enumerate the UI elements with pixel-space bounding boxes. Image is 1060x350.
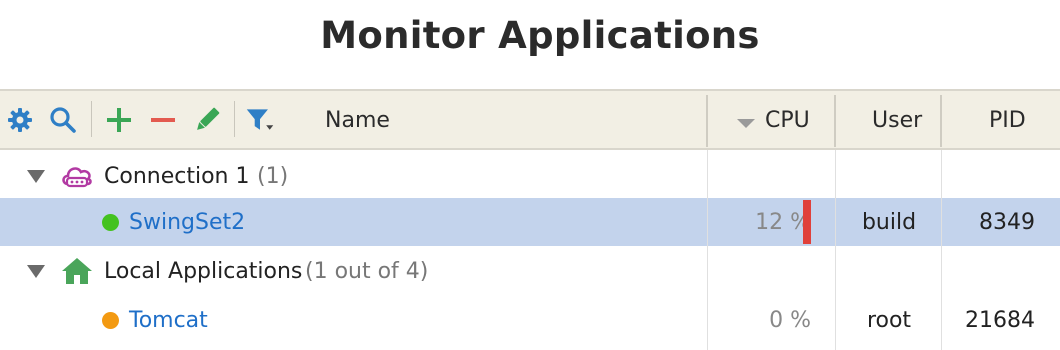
pid-value: 8349 (979, 209, 1035, 235)
plus-icon[interactable] (104, 105, 134, 135)
column-divider[interactable] (706, 95, 708, 147)
minus-icon[interactable] (148, 105, 178, 135)
search-icon[interactable] (48, 105, 78, 135)
user-value: root (866, 307, 912, 333)
status-dot-warning (102, 296, 119, 344)
cpu-value: 0 % (769, 307, 811, 333)
column-divider[interactable] (834, 95, 836, 147)
collapse-triangle-icon[interactable] (27, 247, 45, 295)
table-row[interactable]: Tomcat 0 % root 21684 (0, 296, 1060, 344)
pencil-icon[interactable] (192, 105, 222, 135)
cpu-usage-bar (803, 200, 811, 244)
group-count: (1) (257, 163, 289, 189)
group-label: Local Applications (104, 258, 303, 284)
toolbar-separator (91, 101, 92, 137)
user-value: build (861, 209, 917, 235)
sort-descending-icon[interactable] (737, 119, 755, 128)
filter-icon[interactable] (245, 105, 275, 135)
group-label: Connection 1 (104, 163, 250, 189)
table-header: Name CPU User PID (0, 89, 1060, 150)
status-dot-running (102, 198, 119, 246)
home-icon (60, 247, 94, 295)
app-name-link[interactable]: SwingSet2 (129, 198, 245, 246)
grid-line (835, 150, 836, 350)
app-name-link[interactable]: Tomcat (129, 296, 208, 344)
collapse-triangle-icon[interactable] (27, 152, 45, 200)
column-header-cpu[interactable]: CPU (765, 108, 810, 133)
column-divider[interactable] (940, 95, 942, 147)
page-title: Monitor Applications (320, 14, 760, 57)
tree-row-group[interactable]: Local Applications (1 out of 4) (0, 247, 1060, 295)
grid-line (941, 150, 942, 350)
cpu-value: 12 % (755, 209, 811, 235)
tree-row-group[interactable]: Connection 1 (1) (0, 152, 1060, 200)
toolbar-separator (234, 101, 235, 137)
pid-value: 21684 (965, 307, 1035, 333)
column-header-user[interactable]: User (872, 108, 922, 133)
cloud-connection-icon (60, 152, 94, 200)
table-row[interactable]: SwingSet2 12 % build 8349 (0, 198, 1060, 246)
grid-line (707, 150, 708, 350)
column-header-name[interactable]: Name (325, 108, 390, 133)
group-count: (1 out of 4) (305, 258, 429, 284)
gear-icon[interactable] (5, 105, 35, 135)
column-header-pid[interactable]: PID (989, 108, 1026, 133)
